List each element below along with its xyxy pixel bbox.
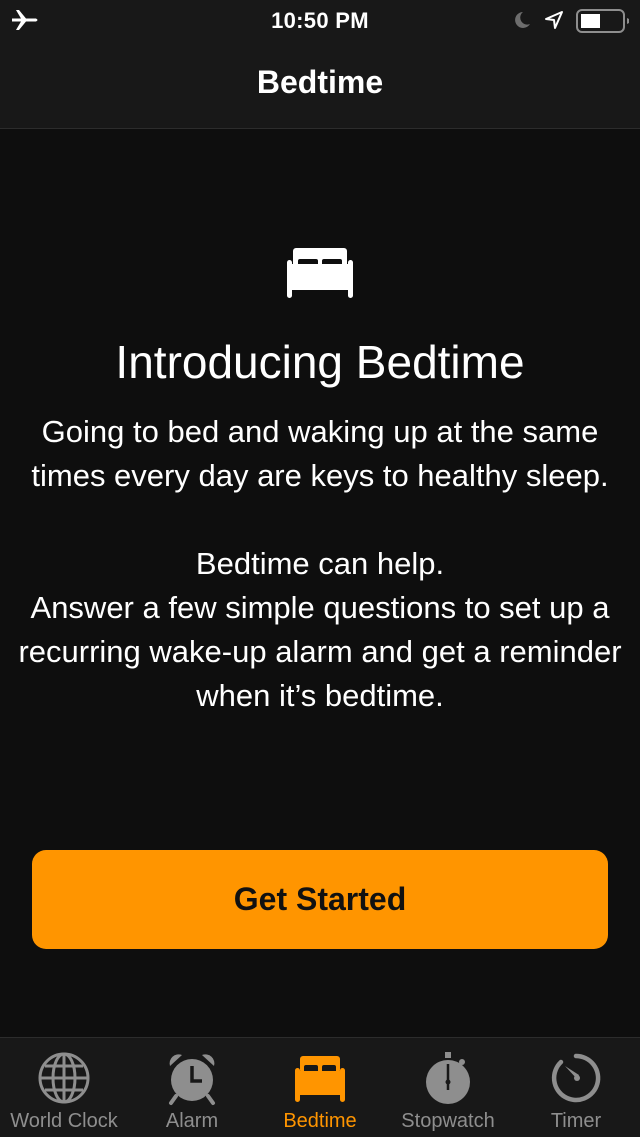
do-not-disturb-moon-icon [515,12,530,28]
tab-bar: World Clock Alarm Bedtime Stopwatch Time… [0,1037,640,1137]
intro-body: Going to bed and waking up at the same t… [14,410,626,718]
page-title: Bedtime [256,64,384,100]
tab-label: Stopwatch [401,1110,495,1132]
location-arrow-icon [545,11,563,29]
battery-icon [576,9,629,33]
tab-timer[interactable]: Timer [512,1038,640,1137]
get-started-button[interactable]: Get Started [32,850,608,949]
tab-label: Timer [550,1110,602,1132]
alarm-clock-icon [169,1054,215,1105]
navigation-bar: Bedtime [0,40,640,129]
tab-label: World Clock [10,1110,118,1132]
intro-help-line: Bedtime can help. [195,546,445,581]
status-bar: 10:50 PM [0,0,640,40]
tab-world-clock[interactable]: World Clock [0,1038,128,1137]
tab-label: Bedtime [283,1110,357,1132]
intro-paragraph: Going to bed and waking up at the same t… [31,414,609,493]
tab-stopwatch[interactable]: Stopwatch [384,1038,512,1137]
tab-label: Alarm [165,1110,219,1132]
globe-icon [38,1052,90,1104]
tab-alarm[interactable]: Alarm [128,1038,256,1137]
bed-icon [295,1056,345,1102]
intro-title: Introducing Bedtime [115,336,525,388]
intro-paragraph: Answer a few simple questions to set up … [18,590,622,713]
timer-icon [551,1053,601,1103]
stopwatch-icon [426,1052,470,1104]
tab-bedtime[interactable]: Bedtime [256,1038,384,1137]
bed-icon [287,248,353,298]
